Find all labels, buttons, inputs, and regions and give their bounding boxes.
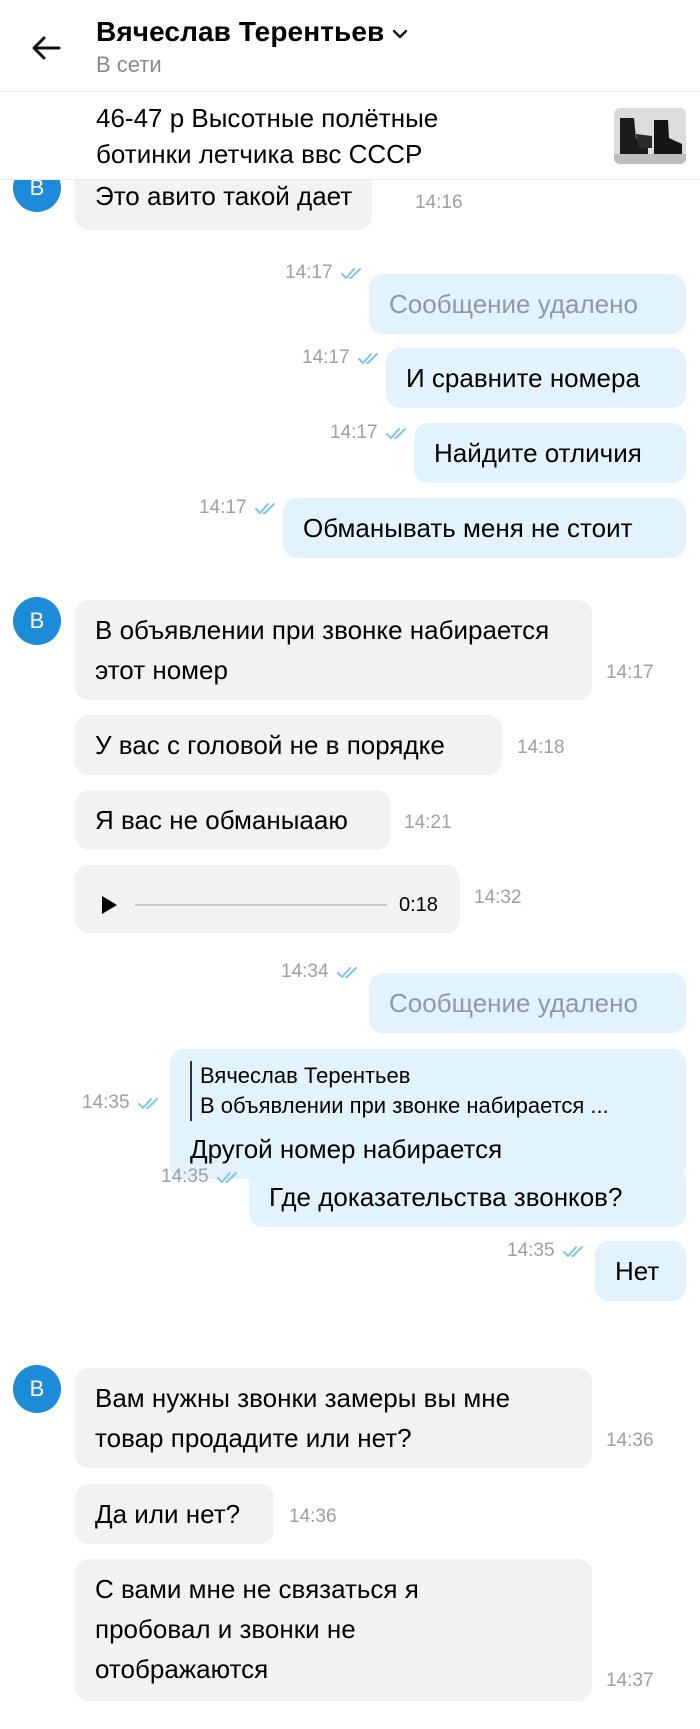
back-button[interactable]	[28, 30, 64, 66]
chevron-down-icon[interactable]	[392, 26, 408, 42]
contact-name-row[interactable]: Вячеслав Терентьев	[96, 16, 408, 48]
message-meta: 14:34	[281, 961, 361, 983]
outgoing-message[interactable]: Нет	[595, 1241, 686, 1301]
voice-player: 0:18	[95, 885, 440, 925]
quoted-text: В объявлении при звонке набирается ...	[200, 1093, 609, 1118]
quoted-author: Вячеслав Терентьев	[200, 1063, 411, 1088]
outgoing-message[interactable]: Найдите отличия	[414, 423, 686, 483]
message-time: 14:17	[302, 347, 350, 368]
message-meta: 14:35	[82, 1092, 162, 1114]
message-time: 14:35	[161, 1166, 209, 1187]
contact-avatar[interactable]: В	[13, 597, 61, 645]
message-meta: 14:17	[285, 262, 365, 284]
message-time: 14:32	[474, 887, 522, 908]
incoming-message[interactable]: У вас с головой не в порядке	[75, 715, 502, 775]
message-time: 14:35	[82, 1092, 130, 1113]
listing-title[interactable]: 46-47 р Высотные полётные ботинки летчик…	[96, 100, 516, 172]
message-meta: 14:35	[507, 1240, 587, 1262]
listing-card[interactable]: 46-47 р Высотные полётные ботинки летчик…	[0, 92, 700, 180]
outgoing-message[interactable]: Обманывать меня не стоит	[283, 498, 686, 558]
outgoing-message[interactable]: Где доказательства звонков?	[249, 1167, 686, 1227]
double-check-icon	[562, 1246, 583, 1257]
voice-progress-track[interactable]	[135, 904, 387, 906]
contact-avatar[interactable]: В	[13, 180, 61, 212]
message-meta: 14:35	[161, 1166, 241, 1188]
deleted-message[interactable]: Сообщение удалено	[369, 973, 686, 1033]
reply-text: Другой номер набирается	[190, 1134, 503, 1164]
voice-duration: 0:18	[399, 894, 438, 916]
message-time: 14:17	[330, 422, 378, 443]
outgoing-message[interactable]: И сравните номера	[386, 348, 686, 408]
incoming-message[interactable]: С вами мне не связаться я пробовал и зво…	[75, 1559, 592, 1701]
double-check-icon	[254, 503, 275, 514]
message-time: 14:36	[289, 1506, 337, 1527]
incoming-message[interactable]: Я вас не обманыааю	[75, 790, 390, 850]
voice-message[interactable]: 0:18	[75, 865, 460, 933]
message-time: 14:17	[199, 497, 247, 518]
incoming-message[interactable]: Это авито такой дает	[75, 180, 373, 230]
double-check-icon	[137, 1098, 158, 1109]
message-time: 14:16	[415, 192, 463, 213]
reply-message[interactable]: Вячеслав Терентьев В объявлении при звон…	[170, 1049, 686, 1179]
message-time: 14:18	[517, 737, 565, 758]
message-meta: 14:17	[302, 347, 382, 369]
chat-header: Вячеслав Терентьев В сети	[0, 0, 700, 92]
message-time: 14:21	[404, 812, 452, 833]
boots-photo	[614, 108, 686, 164]
double-check-icon	[357, 353, 378, 364]
message-time: 14:34	[281, 961, 329, 982]
listing-thumbnail[interactable]	[614, 108, 686, 164]
incoming-message[interactable]: Да или нет?	[75, 1484, 274, 1544]
message-time: 14:17	[606, 662, 654, 683]
incoming-message[interactable]: В объявлении при звонке набирается этот …	[75, 600, 592, 700]
contact-status: В сети	[96, 52, 162, 77]
double-check-icon	[340, 268, 361, 279]
deleted-message[interactable]: Сообщение удалено	[369, 274, 686, 334]
double-check-icon	[385, 428, 406, 439]
play-icon	[102, 896, 117, 914]
message-time: 14:37	[606, 1670, 654, 1691]
contact-name[interactable]: Вячеслав Терентьев	[96, 16, 384, 48]
message-time: 14:35	[507, 1240, 555, 1261]
incoming-message[interactable]: Вам нужны звонки замеры вы мне товар про…	[75, 1368, 592, 1468]
message-meta: 14:17	[199, 497, 279, 519]
message-meta: 14:17	[330, 422, 410, 444]
play-button[interactable]	[95, 891, 123, 919]
arrow-left-icon	[32, 36, 61, 60]
message-time: 14:17	[285, 262, 333, 283]
double-check-icon	[336, 967, 357, 978]
message-time: 14:36	[606, 1430, 654, 1451]
double-check-icon	[216, 1172, 237, 1183]
quoted-message[interactable]: Вячеслав Терентьев В объявлении при звон…	[190, 1061, 666, 1121]
contact-avatar[interactable]: В	[13, 1365, 61, 1413]
message-list[interactable]: В Это авито такой дает 14:16 14:17 Сообщ…	[0, 180, 700, 1729]
